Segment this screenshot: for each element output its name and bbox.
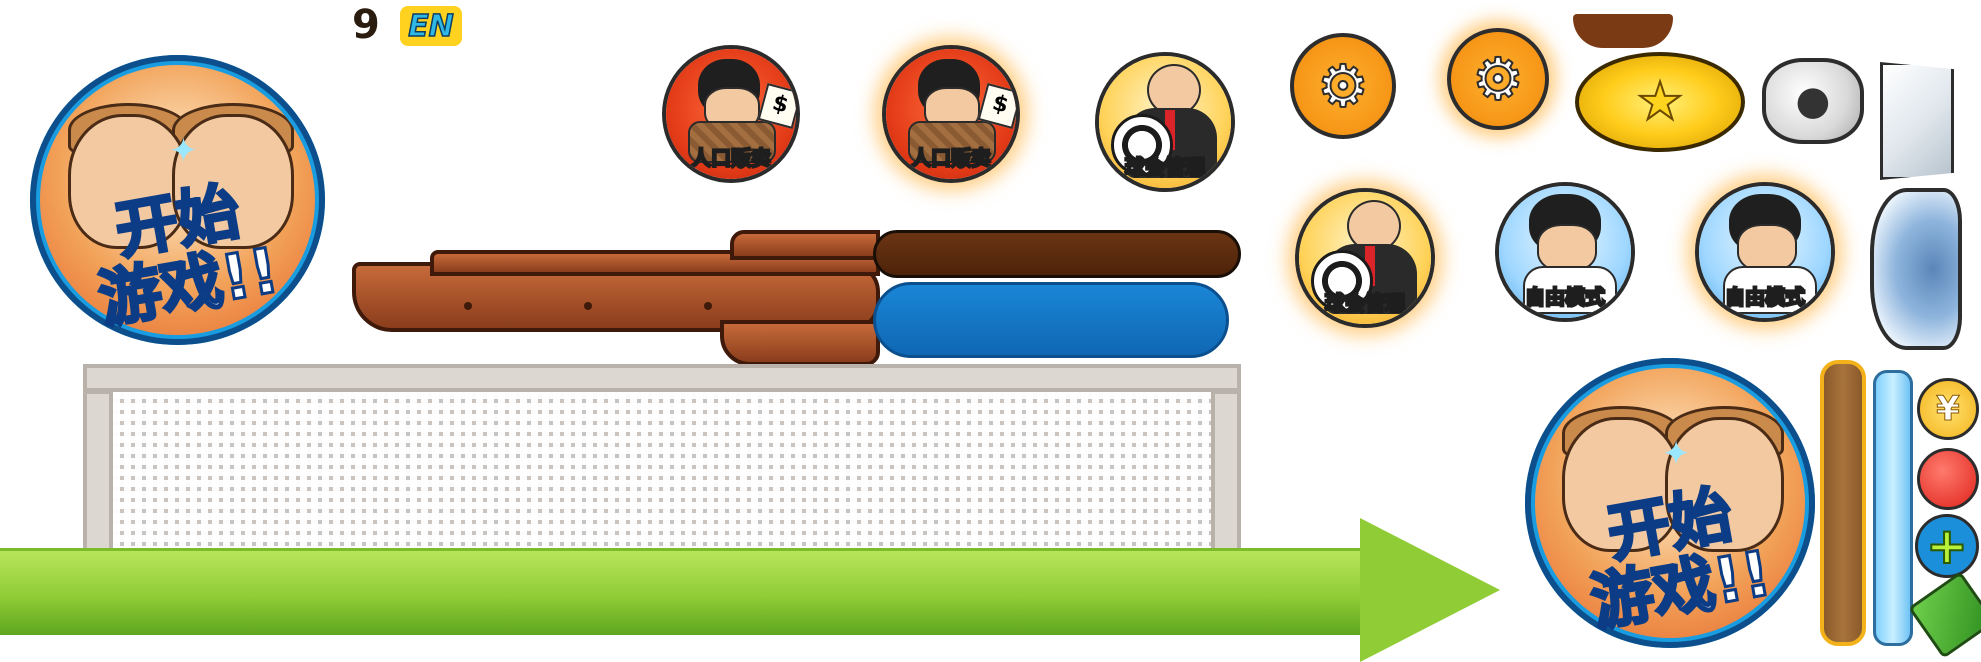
club-management-label: 球会管理 [1124, 154, 1207, 181]
wood-plank-bottom [720, 320, 880, 366]
free-mode-button-active[interactable]: 自由模式 [1695, 182, 1835, 322]
language-toggle[interactable]: EN [400, 6, 462, 46]
grass-strip [0, 548, 1370, 635]
wood-vertical-bar [1820, 360, 1866, 646]
goal-crossbar [83, 364, 1241, 392]
add-icon[interactable]: + [1915, 514, 1979, 578]
goal-post-left [83, 390, 113, 562]
spark-icon: ✦ [1661, 433, 1691, 474]
human-trafficking-button[interactable]: $ 人口贩卖 [662, 45, 800, 183]
goal-net [113, 392, 1211, 562]
star-icon: ★ [1636, 71, 1685, 133]
lock-icon: ● [1795, 78, 1831, 124]
yen-coin-icon[interactable]: ¥ [1917, 378, 1979, 440]
badge-ribbon [1573, 14, 1673, 48]
star-badge[interactable]: ★ [1575, 52, 1745, 152]
blue-progress-bar [873, 282, 1229, 358]
start-label-exclaim: !! [1707, 535, 1778, 620]
brown-progress-bar [873, 230, 1241, 278]
face-icon [1737, 224, 1797, 272]
start-game-button-alt[interactable]: ✦ 开始 游戏!! [1525, 358, 1815, 648]
envelope-icon[interactable] [1880, 62, 1954, 180]
record-icon[interactable] [1917, 448, 1979, 510]
club-management-button[interactable]: 球会管理 [1095, 52, 1235, 192]
crystal-icon[interactable] [1870, 188, 1962, 350]
grass-arrow-head [1360, 518, 1500, 662]
lock-button[interactable]: ● [1762, 58, 1864, 144]
plank-rivet [464, 302, 472, 310]
club-management-label: 球会管理 [1324, 290, 1407, 317]
gear-icon: ⚙ [1471, 45, 1525, 113]
start-game-button[interactable]: ✦ 开始 游戏!! [30, 55, 325, 345]
human-trafficking-label: 人口贩卖 [690, 145, 773, 172]
free-mode-label: 自由模式 [1524, 284, 1607, 311]
goal-post-right [1211, 390, 1241, 562]
free-mode-button[interactable]: 自由模式 [1495, 182, 1635, 322]
plank-rivet [704, 302, 712, 310]
settings-button[interactable]: ⚙ [1290, 33, 1396, 139]
wood-plank-cap [730, 230, 880, 260]
free-mode-label: 自由模式 [1724, 284, 1807, 311]
human-trafficking-label: 人口贩卖 [910, 145, 993, 172]
spark-icon: ✦ [169, 130, 198, 171]
plank-rivet [584, 302, 592, 310]
club-management-button-active[interactable]: 球会管理 [1295, 188, 1435, 328]
start-label-exclaim: !! [214, 232, 285, 317]
gear-icon: ⚙ [1316, 52, 1370, 120]
language-index: 9 [352, 2, 380, 48]
face-icon [1537, 224, 1597, 272]
ice-vertical-bar [1873, 370, 1913, 646]
cash-icon[interactable] [1908, 571, 1981, 659]
settings-button-active[interactable]: ⚙ [1447, 28, 1549, 130]
human-trafficking-button-active[interactable]: $ 人口贩卖 [882, 45, 1020, 183]
